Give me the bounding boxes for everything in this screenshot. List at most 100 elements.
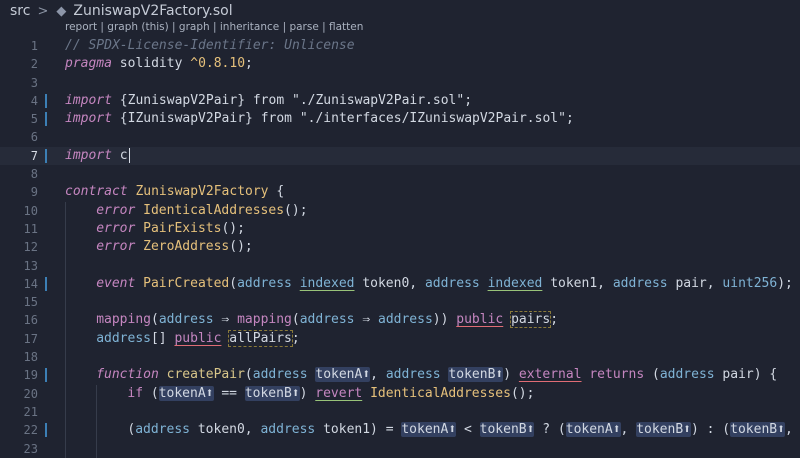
code-line[interactable]: 14 event PairCreated(address indexed toke…	[0, 274, 800, 294]
code-line[interactable]: 9 contract ZuniswapV2Factory {	[0, 183, 800, 201]
code-line[interactable]: 15	[0, 293, 800, 312]
code-token: import	[65, 92, 112, 108]
code-line[interactable]: 20 if (tokenA⬆ == tokenB⬆) revert Identic…	[0, 384, 800, 403]
breadcrumb-folder[interactable]: src	[0, 3, 30, 19]
modified-line-marker	[45, 112, 47, 127]
code-line[interactable]: 21	[0, 402, 800, 422]
code-token: )	[503, 367, 519, 383]
code-line[interactable]: 10 error IdenticalAddresses();	[0, 201, 800, 220]
code-token: address	[252, 367, 308, 383]
code-line[interactable]: 6	[0, 128, 800, 146]
code-token: ();	[284, 202, 308, 218]
code-token: from	[252, 92, 292, 108]
code-line[interactable]: 5 import {IZuniswapV2Pair} from "./interf…	[0, 110, 800, 128]
code-token: mapping	[96, 312, 151, 328]
line-number: 23	[23, 441, 38, 456]
code-text: // SPDX-License-Identifier: Unlicense	[65, 37, 355, 55]
indent-guide	[65, 274, 66, 294]
code-line[interactable]: 22 (address token0, address token1) = tok…	[0, 421, 800, 440]
line-number: 9	[30, 185, 38, 200]
code-line[interactable]: 17 address[] public allPairs;	[0, 329, 800, 349]
code-token: []	[150, 330, 175, 346]
code-token: tokenB⬆	[730, 422, 785, 438]
line-number: 15	[23, 295, 38, 310]
code-token: import	[65, 111, 112, 127]
line-number: 21	[23, 404, 38, 419]
code-token: tokenB⬆	[244, 385, 300, 401]
line-number: 18	[23, 350, 38, 365]
code-line[interactable]: 1 // SPDX-License-Identifier: Unlicense	[0, 37, 800, 55]
line-number: 13	[23, 258, 38, 273]
indent-guide	[65, 219, 66, 239]
code-line[interactable]: 18	[0, 348, 800, 367]
code-line[interactable]: 16 mapping(address ⇒ mapping(address ⇒ ad…	[0, 311, 800, 330]
codelens-actions[interactable]: report | graph (this) | graph | inherita…	[65, 21, 363, 37]
line-number: 19	[23, 368, 38, 383]
code-token: {	[268, 184, 285, 200]
modified-line-marker	[45, 276, 47, 291]
code-token: tokenA⬆	[401, 422, 457, 438]
code-token: (	[291, 312, 300, 328]
code-token: );	[777, 275, 793, 291]
code-token: {ZuniswapV2Pair}	[111, 92, 253, 108]
code-line[interactable]: 23	[0, 439, 800, 458]
code-token: tokenA⬆	[315, 367, 371, 383]
code-token: ZeroAddress	[143, 239, 230, 255]
code-token: tokenB⬆	[448, 367, 504, 383]
code-line[interactable]: 3	[0, 74, 800, 92]
code-token: ==	[213, 385, 245, 401]
code-token: ();	[510, 385, 535, 401]
code-token: address	[659, 367, 715, 383]
code-text: if (tokenA⬆ == tokenB⬆) revert Identical…	[127, 385, 534, 403]
code-token: (	[244, 367, 253, 383]
modified-line-marker	[45, 423, 47, 438]
code-token: event	[96, 275, 136, 291]
code-token: (	[143, 385, 159, 401]
code-token: address	[385, 367, 441, 383]
line-number: 2	[30, 57, 38, 72]
code-line[interactable]: 11 error PairExists();	[0, 219, 800, 239]
code-token: , toke	[784, 422, 793, 438]
code-token: allPairs	[228, 329, 293, 347]
line-number: 6	[30, 130, 38, 145]
breadcrumb-file[interactable]: ZuniswapV2Factory.sol	[73, 3, 232, 19]
text-cursor	[128, 147, 130, 163]
line-number: 22	[23, 423, 38, 438]
code-line[interactable]: 19 function createPair(address tokenA⬆, a…	[0, 366, 800, 385]
code-token: external	[518, 367, 582, 383]
code-line[interactable]: 13	[0, 256, 800, 275]
code-line[interactable]: 7 import c	[0, 146, 800, 166]
code-token: address	[135, 422, 191, 438]
code-token: ;	[565, 111, 574, 127]
line-number: 7	[30, 148, 38, 163]
code-token: solidity	[111, 56, 191, 72]
code-token: import	[65, 147, 112, 163]
code-line[interactable]: 12 error ZeroAddress();	[0, 238, 800, 257]
line-number: 1	[30, 39, 38, 53]
code-token: ();	[221, 220, 245, 236]
line-number: 4	[30, 93, 38, 108]
indent-guide	[65, 329, 66, 349]
code-text: contract ZuniswapV2Factory {	[65, 183, 284, 201]
code-token: token0,	[354, 275, 425, 291]
code-token: PairCreated	[143, 275, 230, 291]
code-text: function createPair(address tokenA⬆, add…	[96, 366, 777, 384]
code-token: ,	[620, 422, 637, 438]
code-token: ⇒	[213, 312, 238, 328]
code-line[interactable]: 4 import {ZuniswapV2Pair} from "./Zuniswa…	[0, 92, 800, 110]
code-token: pair,	[667, 275, 723, 291]
indent-guide	[65, 348, 66, 367]
code-token: )	[299, 385, 316, 401]
code-token: address	[299, 312, 355, 328]
code-text: pragma solidity ^0.8.10;	[65, 55, 253, 73]
code-line[interactable]: 2 pragma solidity ^0.8.10;	[0, 55, 800, 73]
code-text: error ZeroAddress();	[96, 238, 253, 256]
code-token: revert	[315, 385, 363, 401]
code-line[interactable]: 8	[0, 165, 800, 183]
indent-guide	[96, 439, 98, 458]
code-editor[interactable]: 1 // SPDX-License-Identifier: Unlicense 2 p…	[0, 37, 800, 458]
code-token: function	[96, 367, 159, 383]
chevron-right-icon: >	[37, 3, 49, 19]
